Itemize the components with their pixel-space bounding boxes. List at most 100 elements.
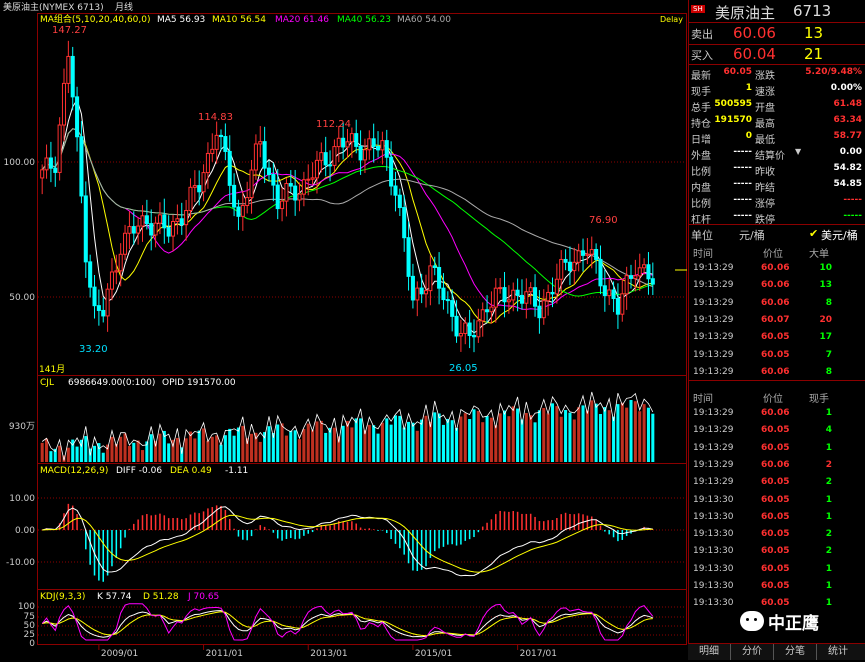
row-time: 19:13:29 <box>693 349 734 360</box>
table-row[interactable]: 19:13:29 60.06 2 <box>689 458 865 476</box>
kdj-label[interactable]: KDJ(9,3,3) <box>40 592 85 602</box>
table-row[interactable]: 19:13:29 60.05 7 <box>689 348 865 366</box>
unit-row[interactable]: 单位 元/桶 ✔ 美元/桶 <box>689 225 865 243</box>
bid-row[interactable]: 买入 60.04 21 <box>689 45 865 65</box>
candle-body <box>284 183 289 202</box>
candle-body <box>445 299 450 302</box>
volume-bar <box>590 400 594 462</box>
table-row[interactable]: 19:13:30 60.05 2 <box>689 544 865 562</box>
volume-bar <box>306 423 310 462</box>
row-time: 19:13:29 <box>693 332 734 343</box>
row-price: 60.05 <box>761 546 790 557</box>
col-time: 时间 <box>693 249 713 260</box>
row-price: 60.05 <box>761 349 790 360</box>
table-row[interactable]: 19:13:30 60.05 1 <box>689 510 865 528</box>
stat-row: 外盘 ----- 结算价 ▼ 0.00 <box>689 146 865 162</box>
table-row[interactable]: 19:13:29 60.05 2 <box>689 475 865 493</box>
macd-label[interactable]: MACD(12,26,9) <box>40 466 108 476</box>
candle-body <box>611 289 616 300</box>
candle-body <box>236 206 241 217</box>
volume-bar <box>40 442 44 462</box>
ask-row[interactable]: 卖出 60.06 13 <box>689 24 865 44</box>
dropdown-icon[interactable]: ▼ <box>795 147 801 156</box>
table-row[interactable]: 19:13:29 60.05 17 <box>689 330 865 348</box>
ma40-legend: MA40 56.23 <box>337 15 391 25</box>
table-row[interactable]: 19:13:29 60.07 20 <box>689 313 865 331</box>
candle-body <box>410 275 415 301</box>
candle-body <box>53 167 58 173</box>
stat-value: 5.20/9.48% <box>805 67 862 77</box>
row-price: 60.05 <box>761 332 790 343</box>
unit-checkbox-icon[interactable]: ✔ <box>809 227 818 240</box>
candle-body <box>288 183 293 187</box>
table-row[interactable]: 19:13:29 60.05 1 <box>689 441 865 459</box>
volume-bar <box>494 425 498 462</box>
volume-bar <box>236 427 240 462</box>
table-row[interactable]: 19:13:29 60.06 10 <box>689 261 865 279</box>
stat-label: 开盘 <box>755 103 775 114</box>
volume-bar <box>367 424 371 462</box>
volume-bar <box>507 416 511 462</box>
cjl-label[interactable]: CJL <box>40 378 54 388</box>
table-row[interactable]: 19:13:29 60.06 13 <box>689 278 865 296</box>
table-row[interactable]: 19:13:30 60.05 1 <box>689 493 865 511</box>
table-row[interactable]: 19:13:29 60.05 4 <box>689 423 865 441</box>
table-header: 时间 价位 现手 <box>689 388 865 406</box>
row-volume: 8 <box>825 297 832 308</box>
row-volume: 2 <box>825 529 832 540</box>
period-label[interactable]: 月线 <box>115 1 133 13</box>
volume-bar <box>415 430 419 462</box>
kdj-k: K 57.74 <box>97 592 132 602</box>
candle-body <box>598 258 603 287</box>
table-row[interactable]: 19:13:30 60.05 1 <box>689 579 865 597</box>
row-time: 19:13:30 <box>693 529 734 540</box>
col-price: 价位 <box>763 394 783 405</box>
candle-body <box>109 271 114 290</box>
annotation-high-2011b: 112.24 <box>316 119 351 130</box>
volume-bar <box>132 442 136 462</box>
table-row[interactable]: 19:13:29 60.06 1 <box>689 406 865 424</box>
volume-bar <box>481 422 485 462</box>
main-legend: MA组合(5,10,20,40,60,0) MA5 56.93 MA10 56.… <box>40 13 451 25</box>
volume-bar <box>58 445 62 462</box>
candle-body <box>576 250 581 263</box>
volume-bar <box>167 443 171 462</box>
table-row[interactable]: 19:13:30 60.05 1 <box>689 562 865 580</box>
unit-usd[interactable]: 美元/桶 <box>821 227 858 243</box>
stat-label: 涨跌 <box>755 71 775 82</box>
kline-chart[interactable]: 100.0050.00930万10.000.00-10.001007550250… <box>0 0 688 659</box>
candle-body <box>105 288 110 317</box>
row-price: 60.06 <box>761 297 790 308</box>
volume-bar <box>577 407 581 462</box>
volume-bar <box>202 428 206 462</box>
kdj-tick-label: 0 <box>29 639 35 649</box>
volume-bar <box>319 420 323 462</box>
table-row[interactable]: 19:13:29 60.06 8 <box>689 296 865 314</box>
candle-body <box>371 138 376 147</box>
table-header: 时间 价位 大单 <box>689 243 865 261</box>
unit-yuan[interactable]: 元/桶 <box>739 227 765 243</box>
candle-body <box>393 185 398 196</box>
unit-label: 单位 <box>691 229 713 242</box>
row-time: 19:13:29 <box>693 477 734 488</box>
candle-body <box>567 261 572 272</box>
row-time: 19:13:29 <box>693 459 734 470</box>
x-tick-label: 2013/01 <box>310 649 347 659</box>
tab-price-dist[interactable]: 分价 <box>731 644 774 660</box>
tab-detail[interactable]: 明细 <box>688 644 731 660</box>
table-row[interactable]: 19:13:30 60.05 2 <box>689 527 865 545</box>
row-time: 19:13:30 <box>693 581 734 591</box>
tab-ticks[interactable]: 分笔 <box>774 644 817 660</box>
candle-body <box>323 152 328 166</box>
chart-area[interactable]: 100.00 50.00 930万 10.00 0.00 -10.00 100 75 50 25 0… <box>0 0 688 659</box>
candle-body <box>262 141 267 169</box>
volume-bar <box>350 427 354 462</box>
candle-body <box>450 300 455 317</box>
candle-body <box>537 305 542 319</box>
col-time: 时间 <box>693 394 713 405</box>
ma-group-label[interactable]: MA组合(5,10,20,40,60,0) <box>40 13 151 25</box>
candle-body <box>354 133 359 147</box>
candle-body <box>61 82 67 126</box>
candle-body <box>511 289 516 301</box>
tab-stats[interactable]: 统计 <box>817 644 859 660</box>
